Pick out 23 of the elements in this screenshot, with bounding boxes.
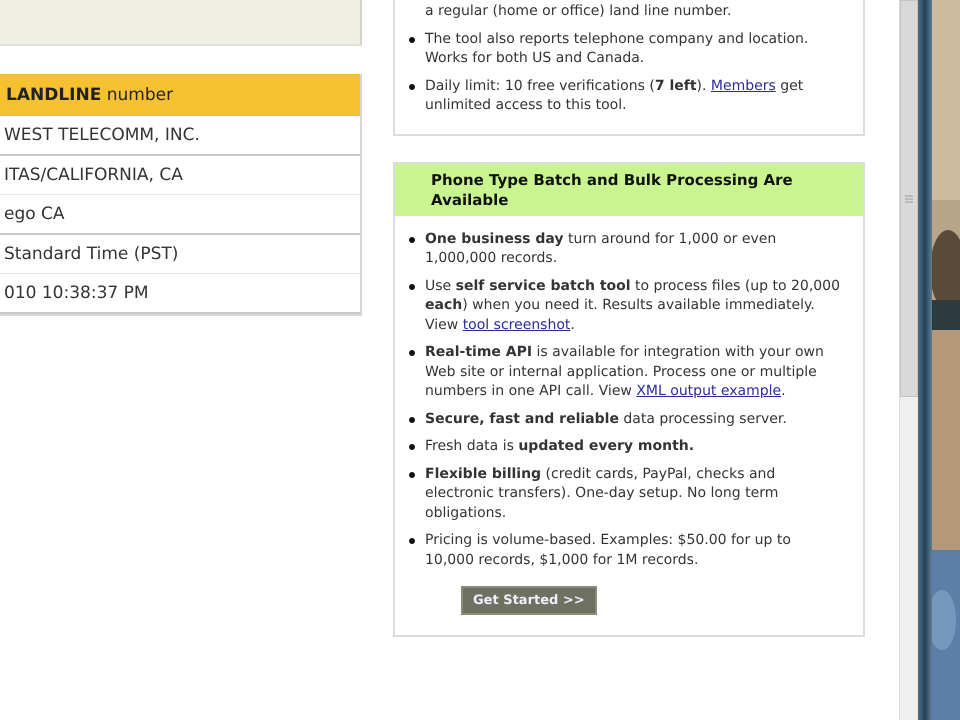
bullet-text: Use self service batch tool to process files (up to 20,000 each) when you need it. Results available immediately. View tool screenshot. bbox=[425, 276, 841, 334]
table-cell: WEST TELECOMM, INC. bbox=[0, 116, 360, 156]
bullet-text: Flexible billing (credit cards, PayPal, checks and electronic transfers). One-day setup. No long term obligations. bbox=[425, 464, 780, 522]
card-title: Phone Type Batch and Bulk Processing Are Available bbox=[395, 164, 863, 216]
bullet-text: One business day turn around for 1,000 or even 1,000,000 records. bbox=[425, 230, 778, 268]
bullet-text: a regular (home or office) land line number. bbox=[425, 2, 732, 21]
bullet-text: Daily limit: 10 free verifications (7 left). Members get unlimited access to this tool. bbox=[425, 76, 804, 115]
table-cell: ITAS/CALIFORNIA, CA bbox=[0, 156, 360, 195]
text-link[interactable]: XML output example bbox=[636, 383, 782, 399]
get-started-button[interactable]: Get Started >> bbox=[461, 586, 597, 615]
table-cell: ego CA bbox=[0, 195, 360, 235]
bullet-text: Fresh data is updated every month. bbox=[425, 437, 694, 456]
table-cell: Standard Time (PST) bbox=[0, 235, 360, 274]
bullet-text: The tool also reports telephone company and location. Works for both US and Canada. bbox=[425, 30, 810, 68]
bullet-text: Real-time API is available for integration with your own Web site or internal application. Process one or multiple numbers in one API call. View XML output example. bbox=[425, 343, 825, 401]
bullet-text: Secure, fast and reliable data processing server. bbox=[425, 410, 787, 428]
text-link[interactable]: tool screenshot bbox=[462, 316, 570, 332]
text-link[interactable]: Members bbox=[710, 78, 776, 94]
grip-icon bbox=[905, 194, 914, 202]
table-cell: 010 10:38:37 PM bbox=[0, 274, 360, 314]
result-heading: LANDLINE number bbox=[0, 74, 360, 116]
bullet-text: Pricing is volume-based. Examples: $50.00 for up to 10,000 records, $1,000 for 1M records. bbox=[425, 531, 792, 570]
scrollbar-thumb[interactable] bbox=[900, 0, 918, 397]
